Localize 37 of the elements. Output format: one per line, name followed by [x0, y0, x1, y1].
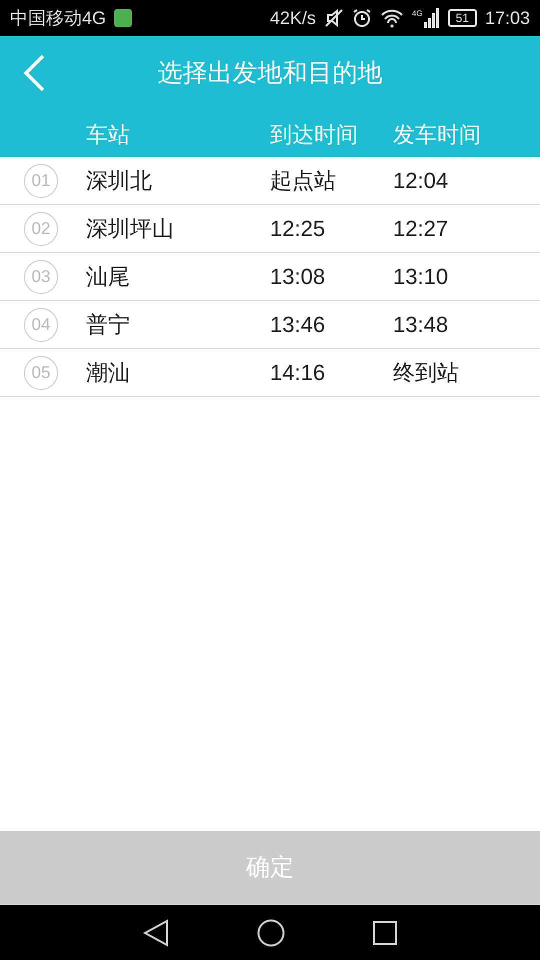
wifi-icon	[380, 8, 404, 28]
alarm-icon	[352, 8, 372, 28]
station-number: 03	[24, 260, 58, 294]
departure-time: 13:48	[393, 311, 450, 339]
back-icon[interactable]	[143, 918, 169, 946]
column-header: 发车时间	[393, 120, 482, 148]
station-number: 05	[24, 356, 58, 390]
page-title: 选择出发地和目的地	[158, 58, 382, 89]
station-number: 02	[24, 212, 58, 246]
arrival-time: 13:08	[270, 263, 326, 291]
network-type: 4G	[412, 8, 423, 20]
station-name: 普宁	[86, 311, 131, 339]
station-number: 01	[24, 164, 58, 198]
station-name: 深圳北	[86, 167, 153, 195]
departure-time: 13:10	[393, 263, 450, 291]
arrival-time: 13:46	[270, 311, 326, 339]
arrival-time: 14:16	[270, 359, 326, 387]
station-name: 汕尾	[86, 263, 131, 291]
carrier-name: 中国移动4G	[10, 6, 106, 30]
departure-time: 终到站	[393, 359, 460, 387]
arrival-time: 起点站	[270, 167, 337, 195]
app-notification-icon	[114, 9, 132, 27]
home-icon[interactable]	[257, 918, 285, 946]
recents-icon[interactable]	[373, 920, 397, 944]
battery-level: 51	[448, 9, 477, 27]
departure-time: 12:04	[393, 167, 450, 195]
departure-time: 12:27	[393, 215, 450, 243]
column-header: 车站	[86, 120, 131, 148]
network-speed: 42K/s	[270, 6, 316, 30]
station-number: 04	[24, 308, 58, 342]
column-header: 到达时间	[270, 120, 359, 148]
station-name: 深圳坪山	[86, 215, 175, 243]
mute-icon	[324, 8, 344, 28]
clock: 17:03	[484, 6, 530, 30]
station-name: 潮汕	[86, 359, 131, 387]
arrival-time: 12:25	[270, 215, 326, 243]
signal-icon	[424, 8, 440, 28]
